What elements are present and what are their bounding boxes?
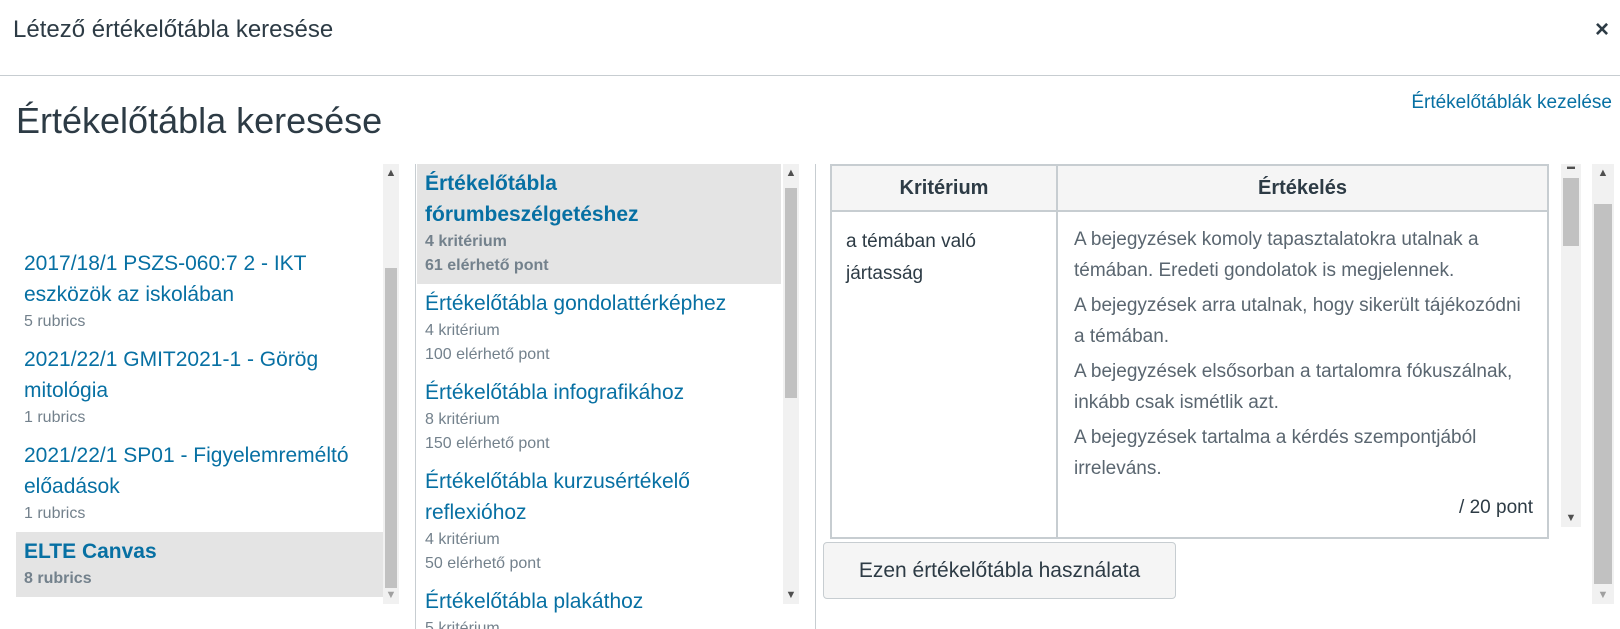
course-rubric-count: 1 rubrics	[24, 505, 86, 522]
rubric-points: 61 elérhető pont	[425, 257, 549, 274]
rubric-list-scrollbar[interactable]: ▲ ▼	[783, 164, 799, 604]
rubric-item[interactable]: Értékelőtábla gondolattérképhez 4 kritér…	[417, 284, 781, 373]
scroll-up-icon[interactable]: ▲	[783, 164, 799, 182]
scroll-up-icon[interactable]: ▬	[1561, 158, 1581, 176]
rubric-points: 100 elérhető pont	[425, 346, 550, 363]
rubric-item-selected[interactable]: Értékelőtábla fórumbeszélgetéshez 4 krit…	[417, 164, 781, 284]
rubric-criteria-count: 4 kritérium	[425, 322, 500, 339]
rubric-item[interactable]: Értékelőtábla kurzusértékelő reflexióhoz…	[417, 462, 781, 582]
rating-description: A bejegyzések elsősorban a tartalomra fó…	[1074, 361, 1513, 413]
scroll-up-icon[interactable]: ▲	[1592, 164, 1614, 182]
rubric-criteria-count: 5 kritérium	[425, 620, 500, 629]
criterion-cell: a témában való jártasság	[830, 210, 1058, 539]
course-item[interactable]: 2017/18/1 PSZS-060:7 2 - IKT eszközök az…	[16, 244, 383, 340]
rubric-name[interactable]: Értékelőtábla kurzusértékelő reflexióhoz	[425, 466, 725, 528]
rating-description: A bejegyzések arra utalnak, hogy sikerül…	[1074, 295, 1521, 347]
rubric-criteria-count: 8 kritérium	[425, 411, 500, 428]
course-item[interactable]: 2021/22/1 GMIT2021-1 - Görög mitológia 1…	[16, 340, 383, 436]
course-rubric-count: 1 rubrics	[24, 409, 86, 426]
manage-rubrics-link[interactable]: Értékelőtáblák kezelése	[1411, 92, 1612, 114]
rating-description: A bejegyzések komoly tapasztalatokra uta…	[1074, 229, 1479, 281]
rubric-name[interactable]: Értékelőtábla gondolattérképhez	[425, 288, 773, 319]
page-title: Értékelőtábla keresése	[16, 100, 383, 141]
scrollbar-thumb[interactable]	[385, 268, 397, 588]
course-item-selected[interactable]: ELTE Canvas 8 rubrics	[16, 532, 383, 597]
criterion-column-header: Kritérium	[830, 164, 1058, 212]
preview-scrollbar[interactable]: ▲ ▼	[1592, 164, 1614, 604]
course-list-scrollbar[interactable]: ▲ ▼	[383, 164, 399, 604]
close-icon[interactable]: ×	[1592, 18, 1612, 42]
rating-column-header: Értékelés	[1056, 164, 1549, 212]
column-divider	[415, 164, 416, 629]
dialog-title: Létező értékelőtábla keresése	[13, 16, 334, 43]
course-name[interactable]: 2021/22/1 GMIT2021-1 - Görög mitológia	[24, 344, 375, 406]
scroll-down-icon[interactable]: ▼	[383, 586, 399, 604]
scroll-up-icon[interactable]: ▲	[383, 164, 399, 182]
table-scrollbar[interactable]: ▬ ▼	[1561, 162, 1581, 527]
rubric-points: 50 elérhető pont	[425, 555, 541, 572]
rubric-name[interactable]: Értékelőtábla fórumbeszélgetéshez	[425, 168, 773, 230]
rubric-name[interactable]: Értékelőtábla plakáthoz	[425, 586, 773, 617]
dialog-header: Létező értékelőtábla keresése ×	[0, 0, 1620, 76]
scroll-down-icon[interactable]: ▼	[783, 586, 799, 604]
course-item[interactable]: 2021/22/1 SP01 - Figyelemreméltó előadás…	[16, 436, 383, 532]
course-list-panel: 2017/18/1 PSZS-060:7 2 - IKT eszközök az…	[16, 164, 399, 629]
ratings-cell: A bejegyzések komoly tapasztalatokra uta…	[1056, 210, 1549, 539]
rubric-item[interactable]: Értékelőtábla infografikához 8 kritérium…	[417, 373, 781, 462]
course-rubric-count: 5 rubrics	[24, 313, 86, 330]
rubric-criteria-count: 4 kritérium	[425, 233, 507, 250]
rubric-criteria-count: 4 kritérium	[425, 531, 500, 548]
rubric-list-panel: Értékelőtábla fórumbeszélgetéshez 4 krit…	[417, 164, 807, 629]
criterion-points: / 20 pont	[1459, 497, 1533, 518]
rubric-name[interactable]: Értékelőtábla infografikához	[425, 377, 773, 408]
scrollbar-thumb[interactable]	[785, 188, 797, 398]
course-rubric-count: 8 rubrics	[24, 570, 92, 587]
scrollbar-thumb[interactable]	[1563, 178, 1579, 246]
rubric-points: 150 elérhető pont	[425, 435, 550, 452]
course-name[interactable]: 2017/18/1 PSZS-060:7 2 - IKT eszközök az…	[24, 248, 375, 310]
rubric-preview-panel: Kritérium Értékelés a témában való járta…	[813, 164, 1620, 629]
scroll-down-icon[interactable]: ▼	[1561, 509, 1581, 527]
course-name[interactable]: 2021/22/1 SP01 - Figyelemreméltó előadás…	[24, 440, 375, 502]
scroll-down-icon[interactable]: ▼	[1592, 586, 1614, 604]
table-row: a témában való jártasság A bejegyzések k…	[830, 210, 1549, 539]
course-name[interactable]: ELTE Canvas	[24, 536, 375, 567]
rating-description: A bejegyzések tartalma a kérdés szempont…	[1074, 427, 1477, 479]
scrollbar-thumb[interactable]	[1594, 204, 1612, 584]
use-rubric-button[interactable]: Ezen értékelőtábla használata	[823, 542, 1176, 599]
rubric-item[interactable]: Értékelőtábla plakáthoz 5 kritérium	[417, 582, 781, 629]
rubric-preview-table: Kritérium Értékelés a témában való járta…	[830, 164, 1549, 539]
